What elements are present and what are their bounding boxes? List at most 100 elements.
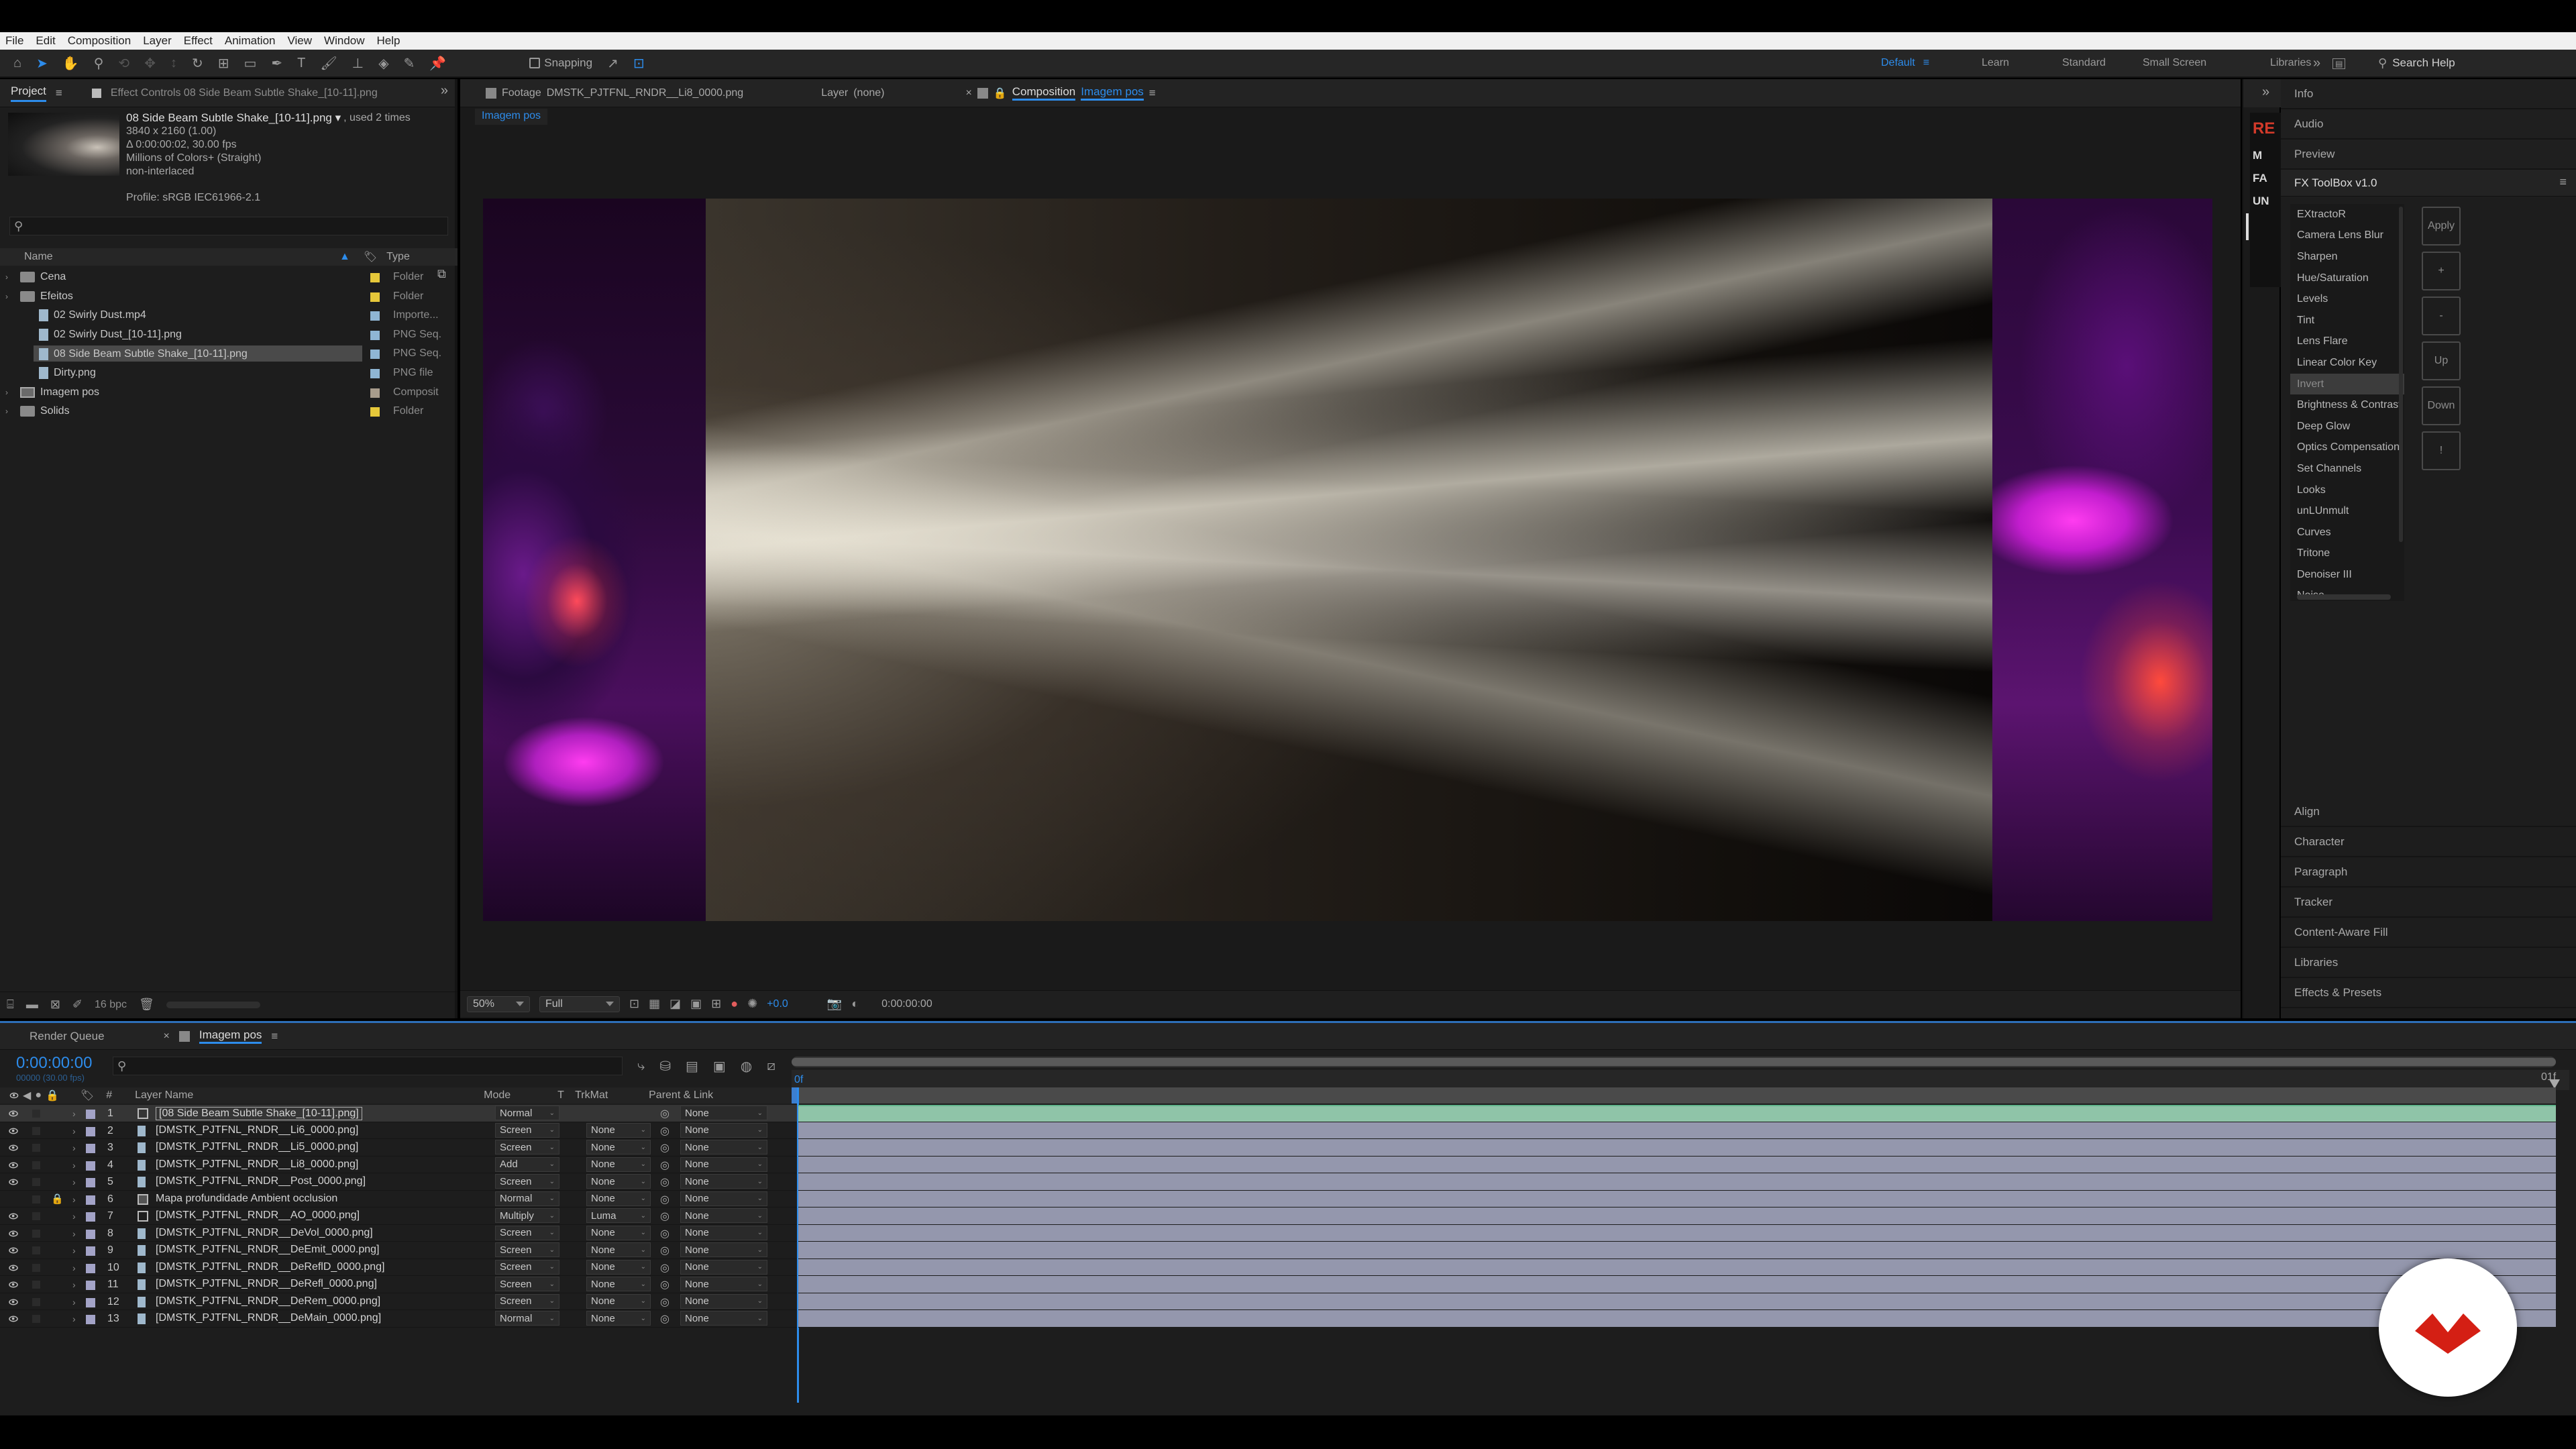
menu-effect[interactable]: Effect bbox=[184, 34, 213, 48]
solo-box[interactable] bbox=[32, 1297, 40, 1306]
solo-box[interactable] bbox=[32, 1178, 40, 1186]
layer-name[interactable]: [DMSTK_PJTFNL_RNDR__DeReflD_0000.png] bbox=[156, 1261, 384, 1273]
solo-box[interactable] bbox=[32, 1315, 40, 1323]
parent-pickwhip-icon[interactable]: ◎ bbox=[660, 1278, 669, 1291]
fx-item[interactable]: Deep Glow bbox=[2290, 416, 2404, 437]
pen-tool-icon[interactable]: ✒ bbox=[271, 55, 282, 72]
layer-name[interactable]: [DMSTK_PJTFNL_RNDR__AO_0000.png] bbox=[156, 1210, 360, 1222]
hand-tool-icon[interactable]: ✋ bbox=[62, 55, 79, 72]
magnification-select[interactable]: 50% bbox=[467, 996, 530, 1012]
solo-box[interactable] bbox=[32, 1161, 40, 1169]
strip-overflow-icon[interactable]: » bbox=[2262, 85, 2269, 100]
layer-mode-select[interactable]: Screen ⌄ bbox=[495, 1140, 559, 1155]
panel-section-libraries[interactable]: Libraries bbox=[2281, 948, 2576, 978]
fx-item[interactable]: Camera Lens Blur bbox=[2290, 225, 2404, 247]
snap-features-icon[interactable]: ⊡ bbox=[633, 55, 645, 72]
solo-box[interactable] bbox=[32, 1246, 40, 1254]
panel-section-info[interactable]: Info bbox=[2281, 79, 2576, 109]
layer-trkmat-select[interactable]: None ⌄ bbox=[586, 1140, 651, 1155]
layer-duration-bar[interactable] bbox=[798, 1208, 2556, 1225]
layer-name[interactable]: [DMSTK_PJTFNL_RNDR__Li5_0000.png] bbox=[156, 1141, 358, 1153]
layer-name[interactable]: [DMSTK_PJTFNL_RNDR__Li8_0000.png] bbox=[156, 1159, 358, 1171]
layer-trkmat-select[interactable]: None ⌄ bbox=[586, 1191, 651, 1206]
strip-label[interactable]: RE bbox=[2250, 119, 2281, 149]
solo-switch-header-icon[interactable]: ● bbox=[35, 1089, 42, 1102]
layer-trkmat-select[interactable]: None ⌄ bbox=[586, 1174, 651, 1189]
parent-pickwhip-icon[interactable]: ◎ bbox=[660, 1107, 669, 1120]
layer-duration-bar[interactable] bbox=[798, 1276, 2556, 1293]
layer-label-color[interactable] bbox=[86, 1195, 95, 1205]
layer-parent-select[interactable]: None ⌄ bbox=[680, 1259, 767, 1275]
layer-label-color[interactable] bbox=[86, 1297, 95, 1307]
fx-item[interactable]: Optics Compensation bbox=[2290, 437, 2404, 459]
lock-icon[interactable]: 🔒 bbox=[994, 87, 1007, 100]
layer-trkmat-select[interactable]: None ⌄ bbox=[586, 1157, 651, 1172]
layer-parent-select[interactable]: None ⌄ bbox=[680, 1311, 767, 1326]
tab-layer-name[interactable]: (none) bbox=[853, 87, 884, 99]
timeline-menu-icon[interactable]: ≡ bbox=[271, 1030, 278, 1043]
layer-row[interactable]: › 4 [DMSTK_PJTFNL_RNDR__Li8_0000.png] Add ⌄ N… bbox=[0, 1157, 798, 1173]
hide-shy-layers-icon[interactable]: ▤ bbox=[686, 1058, 698, 1075]
eraser-tool-icon[interactable]: ◈ bbox=[378, 55, 388, 72]
parent-pickwhip-icon[interactable]: ◎ bbox=[660, 1124, 669, 1138]
project-item[interactable]: › Solids Folder bbox=[0, 402, 458, 421]
fx-item[interactable]: Sharpen bbox=[2290, 246, 2404, 268]
pan-behind-tool-icon[interactable]: ⊞ bbox=[218, 55, 229, 72]
layer-mode-select[interactable]: Normal ⌄ bbox=[495, 1191, 559, 1206]
label-color-swatch[interactable] bbox=[370, 292, 380, 302]
tab-effect-controls[interactable]: Effect Controls 08 Side Beam Subtle Shak… bbox=[111, 87, 378, 99]
strip-label[interactable]: FA bbox=[2250, 172, 2281, 195]
layer-parent-select[interactable]: None ⌄ bbox=[680, 1277, 767, 1291]
expand-arrow-icon[interactable]: › bbox=[72, 1245, 76, 1256]
layer-label-color[interactable] bbox=[86, 1161, 95, 1171]
frame-blending-icon[interactable]: ▣ bbox=[713, 1058, 726, 1075]
tab-footage-name[interactable]: DMSTK_PJTFNL_RNDR__Li8_0000.png bbox=[547, 87, 743, 99]
visibility-eye-icon[interactable] bbox=[9, 1299, 18, 1305]
comp-breadcrumb[interactable]: Imagem pos bbox=[475, 109, 548, 125]
resolution-select[interactable]: Full bbox=[539, 996, 620, 1012]
panel-section-content-aware-fill[interactable]: Content-Aware Fill bbox=[2281, 918, 2576, 948]
visibility-eye-icon[interactable] bbox=[9, 1179, 18, 1185]
layer-parent-select[interactable]: None ⌄ bbox=[680, 1106, 767, 1120]
pan-tool-icon[interactable]: ✥ bbox=[144, 55, 156, 72]
layer-parent-select[interactable]: None ⌄ bbox=[680, 1208, 767, 1223]
column-name[interactable]: Name bbox=[24, 251, 339, 263]
flowchart-icon[interactable]: ⧉ bbox=[437, 267, 446, 281]
solo-box[interactable] bbox=[32, 1126, 40, 1135]
thumbnail-size-slider[interactable] bbox=[166, 1001, 260, 1008]
layer-mode-select[interactable]: Screen ⌄ bbox=[495, 1259, 559, 1275]
type-tool-icon[interactable]: T bbox=[297, 56, 305, 71]
new-folder-icon[interactable]: ▬ bbox=[26, 998, 38, 1012]
menu-animation[interactable]: Animation bbox=[225, 34, 276, 48]
audio-switch-header-icon[interactable]: ◀ bbox=[23, 1089, 31, 1102]
fx-item[interactable]: EXtractoR bbox=[2290, 204, 2404, 225]
panel-section-align[interactable]: Align bbox=[2281, 797, 2576, 827]
expand-arrow-icon[interactable]: › bbox=[72, 1211, 76, 1222]
lock-switch-header-icon[interactable]: 🔒 bbox=[46, 1089, 59, 1102]
menu-file[interactable]: File bbox=[5, 34, 23, 48]
layer-label-color[interactable] bbox=[86, 1315, 95, 1324]
fast-previews-icon[interactable]: ⊡ bbox=[629, 997, 639, 1011]
layer-mode-select[interactable]: Normal ⌄ bbox=[495, 1106, 559, 1120]
disclosure-icon[interactable]: › bbox=[5, 407, 20, 416]
workspace-menu-icon[interactable]: ≡ bbox=[1923, 57, 1929, 69]
region-of-interest-icon[interactable]: ▣ bbox=[690, 997, 702, 1011]
fx-button-add[interactable]: + bbox=[2422, 252, 2461, 290]
workspace-standard[interactable]: Standard bbox=[2053, 57, 2133, 69]
layer-trkmat-select[interactable]: None ⌄ bbox=[586, 1242, 651, 1257]
panel-section-paragraph[interactable]: Paragraph bbox=[2281, 857, 2576, 888]
project-item[interactable]: 08 Side Beam Subtle Shake_[10-11].png PNG… bbox=[0, 344, 458, 364]
project-item[interactable]: 02 Swirly Dust_[10-11].png PNG Seq. bbox=[0, 325, 458, 345]
layer-duration-bar[interactable] bbox=[798, 1105, 2556, 1122]
layer-name[interactable]: [08 Side Beam Subtle Shake_[10-11].png] bbox=[156, 1107, 362, 1120]
menu-edit[interactable]: Edit bbox=[36, 34, 55, 48]
close-tab-icon[interactable]: × bbox=[965, 87, 971, 99]
graph-editor-icon[interactable]: ⧄ bbox=[767, 1059, 775, 1074]
layer-trkmat-select[interactable]: None ⌄ bbox=[586, 1225, 651, 1240]
current-time-display[interactable]: 0:00:00:00 bbox=[16, 1054, 92, 1073]
fx-item[interactable]: Looks bbox=[2290, 480, 2404, 501]
fx-item[interactable]: Tint bbox=[2290, 310, 2404, 331]
label-color-swatch[interactable] bbox=[370, 311, 380, 321]
bit-depth-button[interactable]: 16 bpc bbox=[95, 999, 127, 1011]
layer-mode-select[interactable]: Screen ⌄ bbox=[495, 1293, 559, 1309]
